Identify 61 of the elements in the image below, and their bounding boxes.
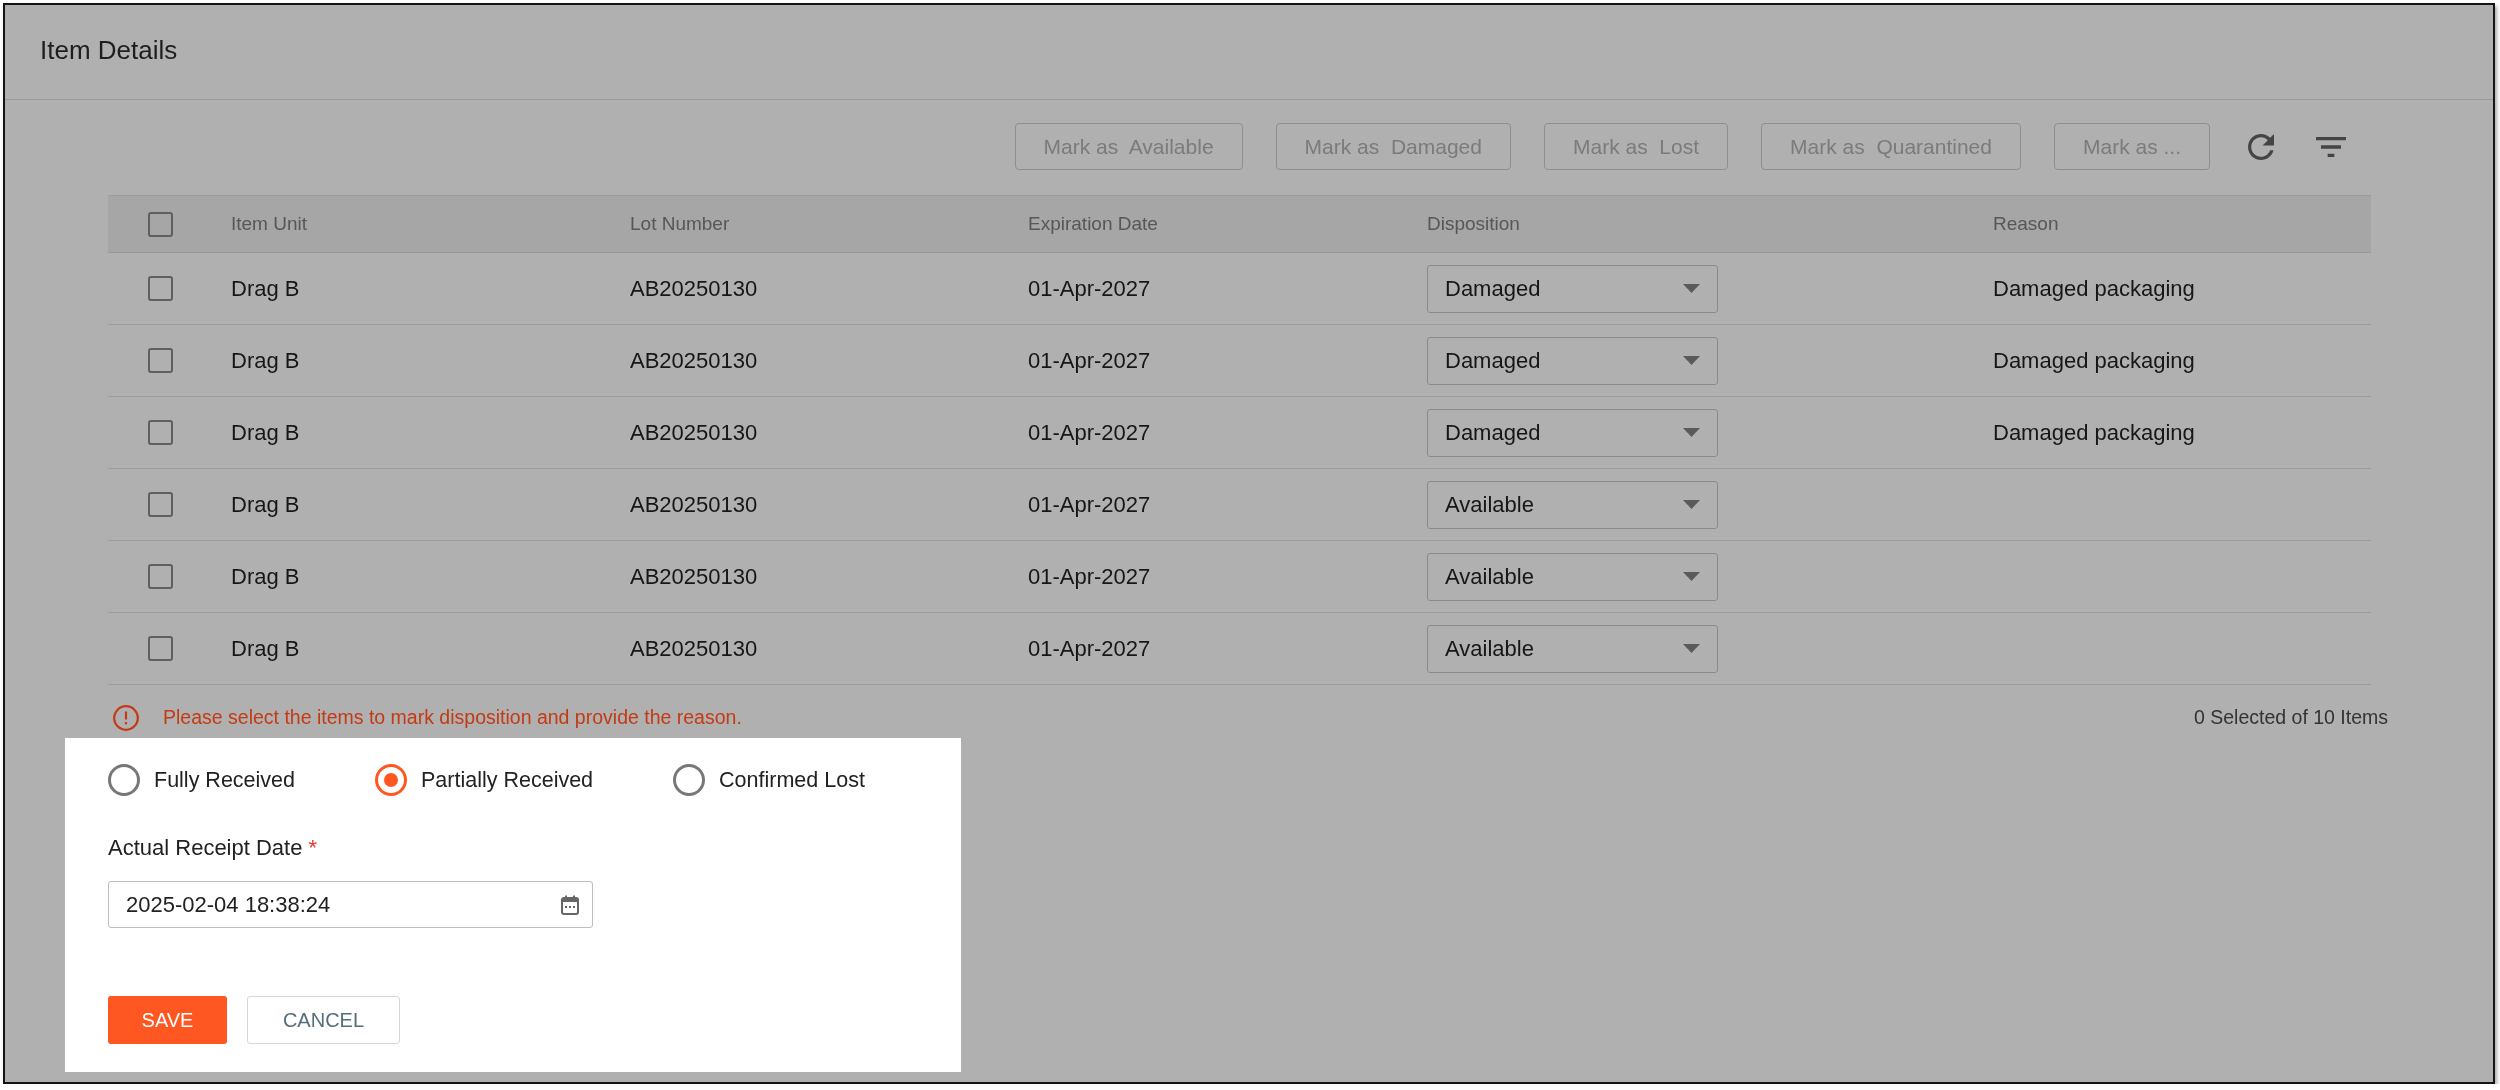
row-checkbox[interactable] bbox=[148, 276, 173, 301]
radio-button[interactable]: Fully Received bbox=[108, 764, 295, 796]
table-cell: AB20250130 bbox=[630, 491, 758, 518]
radio-button[interactable]: Confirmed Lost bbox=[673, 764, 865, 796]
selection-count: 0 Selected of 10 Items bbox=[2193, 706, 2388, 729]
error-message: Please select the items to mark disposition and provide the reason. bbox=[163, 706, 742, 729]
disposition-dropdown[interactable]: Damaged bbox=[1427, 408, 1718, 457]
table-cell: 01-Apr-2027 bbox=[1028, 635, 1151, 662]
filter-icon[interactable] bbox=[2316, 136, 2346, 157]
row-checkbox[interactable] bbox=[148, 420, 173, 445]
caret-icon bbox=[1683, 428, 1700, 437]
caret-icon bbox=[1683, 356, 1700, 365]
row-checkbox[interactable] bbox=[148, 636, 173, 661]
column-header: Reason bbox=[1993, 213, 2059, 235]
table-cell: AB20250130 bbox=[630, 347, 758, 374]
table-cell: 01-Apr-2027 bbox=[1028, 563, 1151, 590]
select-all-checkbox[interactable] bbox=[148, 211, 173, 237]
table-cell: AB20250130 bbox=[630, 563, 758, 590]
column-header: Disposition bbox=[1427, 213, 1520, 235]
table-cell: 01-Apr-2027 bbox=[1028, 347, 1151, 374]
table-cell: Damaged packaging bbox=[1993, 347, 2195, 374]
refresh-icon[interactable] bbox=[2248, 133, 2274, 160]
caret-icon bbox=[1683, 572, 1700, 581]
column-header: Expiration Date bbox=[1028, 213, 1158, 235]
caret-icon bbox=[1683, 500, 1700, 509]
dialog-title: Item Details bbox=[40, 34, 178, 66]
field-label: Actual Receipt Date * bbox=[108, 835, 317, 860]
table-cell: 01-Apr-2027 bbox=[1028, 491, 1151, 518]
table-cell: Drag B bbox=[231, 419, 300, 446]
radio-icon[interactable] bbox=[108, 764, 140, 796]
table-cell: Damaged packaging bbox=[1993, 419, 2195, 446]
table-cell: 01-Apr-2027 bbox=[1028, 419, 1151, 446]
calendar-icon[interactable] bbox=[561, 895, 579, 915]
table-cell: 01-Apr-2027 bbox=[1028, 275, 1151, 302]
row-checkbox[interactable] bbox=[148, 564, 173, 589]
table-cell: Drag B bbox=[231, 635, 300, 662]
radio-icon[interactable] bbox=[673, 764, 706, 796]
table-cell: Drag B bbox=[231, 275, 300, 302]
disposition-dropdown[interactable]: Available bbox=[1427, 480, 1718, 529]
table-cell: AB20250130 bbox=[630, 275, 758, 302]
table-cell: Drag B bbox=[231, 491, 300, 518]
table-cell: AB20250130 bbox=[630, 635, 758, 662]
disposition-dropdown[interactable]: Damaged bbox=[1427, 264, 1718, 313]
caret-icon bbox=[1683, 644, 1700, 653]
cancel-button[interactable]: CANCEL bbox=[247, 996, 400, 1044]
disposition-dropdown[interactable]: Available bbox=[1427, 624, 1718, 673]
column-header: Item Unit bbox=[231, 213, 308, 235]
table-cell: Drag B bbox=[231, 563, 300, 590]
disposition-dropdown[interactable]: Available bbox=[1427, 552, 1718, 601]
table-cell: Drag B bbox=[231, 347, 300, 374]
column-header: Lot Number bbox=[630, 213, 730, 235]
table-cell: AB20250130 bbox=[630, 419, 758, 446]
table-cell: Damaged packaging bbox=[1993, 275, 2195, 302]
radio-icon[interactable] bbox=[375, 764, 407, 796]
caret-icon bbox=[1683, 284, 1700, 293]
row-checkbox[interactable] bbox=[148, 348, 173, 373]
row-checkbox[interactable] bbox=[148, 492, 173, 517]
disposition-dropdown[interactable]: Damaged bbox=[1427, 336, 1718, 385]
radio-button[interactable]: Partially Received bbox=[375, 764, 594, 796]
date-input-field[interactable]: 2025-02-04 18:38:24 bbox=[108, 881, 593, 928]
exclamation-circle-icon bbox=[113, 704, 139, 731]
